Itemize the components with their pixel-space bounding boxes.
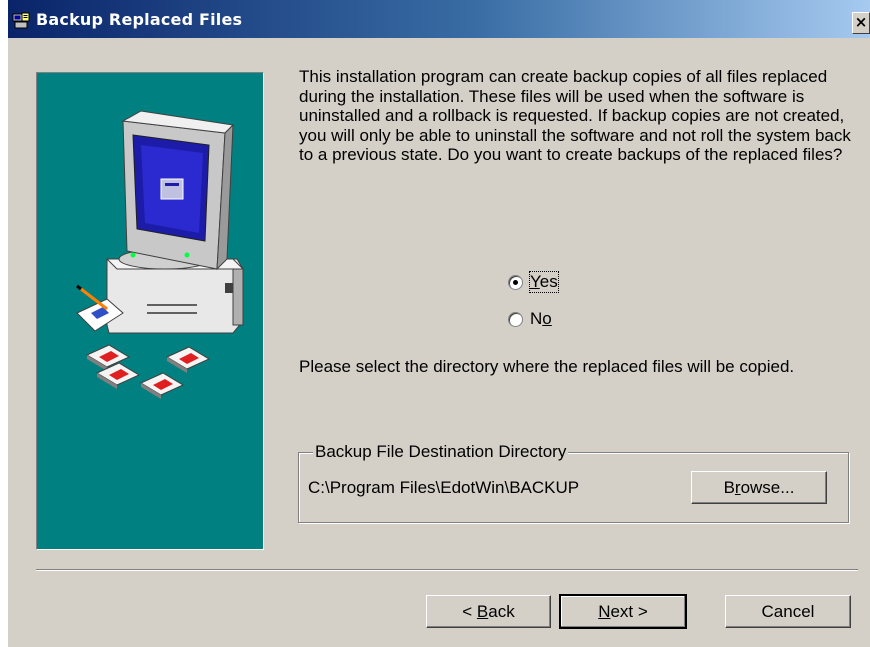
radio-no-label-prefix: N: [530, 309, 543, 328]
footer-separator: [36, 569, 858, 571]
radio-no[interactable]: No: [508, 307, 552, 331]
back-label-prefix: <: [462, 601, 477, 621]
setup-icon: [12, 12, 30, 30]
radio-yes[interactable]: Yes: [508, 270, 559, 294]
next-button[interactable]: Next >: [559, 594, 687, 629]
intro-text: This installation program can create bac…: [299, 67, 851, 164]
select-directory-text: Please select the directory where the re…: [299, 357, 795, 376]
title-bar[interactable]: Backup Replaced Files ×: [8, 0, 870, 38]
radio-yes-hotkey: Y: [530, 272, 540, 291]
cancel-label: Cancel: [761, 601, 815, 621]
computer-illustration: [76, 110, 245, 399]
next-hotkey: N: [598, 601, 611, 621]
radio-no-hotkey: o: [542, 309, 552, 328]
back-label-rest: ack: [488, 601, 515, 621]
back-button[interactable]: < Back: [426, 595, 551, 628]
close-icon: ×: [854, 13, 868, 31]
close-button[interactable]: ×: [852, 12, 870, 34]
radio-yes-button[interactable]: [508, 274, 523, 290]
setup-dialog: Backup Replaced Files × This installatio…: [8, 0, 870, 647]
cancel-button[interactable]: Cancel: [725, 595, 851, 628]
browse-button[interactable]: Br owse...: [691, 471, 827, 504]
radio-yes-label-rest: es: [539, 272, 558, 291]
radio-yes-label[interactable]: Yes: [529, 271, 559, 293]
window-title: Backup Replaced Files: [36, 10, 243, 29]
radio-no-label[interactable]: No: [530, 309, 552, 329]
next-label-rest: ext >: [610, 601, 648, 621]
destination-legend: Backup File Destination Directory: [313, 442, 569, 462]
side-illustration-panel: [36, 72, 264, 550]
browse-label-prefix: B: [723, 477, 735, 497]
destination-path: C:\Program Files\EdotWin\BACKUP: [308, 478, 580, 497]
radio-no-button[interactable]: [508, 311, 523, 327]
browse-label-rest: owse...: [740, 477, 795, 497]
back-hotkey: B: [476, 601, 489, 621]
